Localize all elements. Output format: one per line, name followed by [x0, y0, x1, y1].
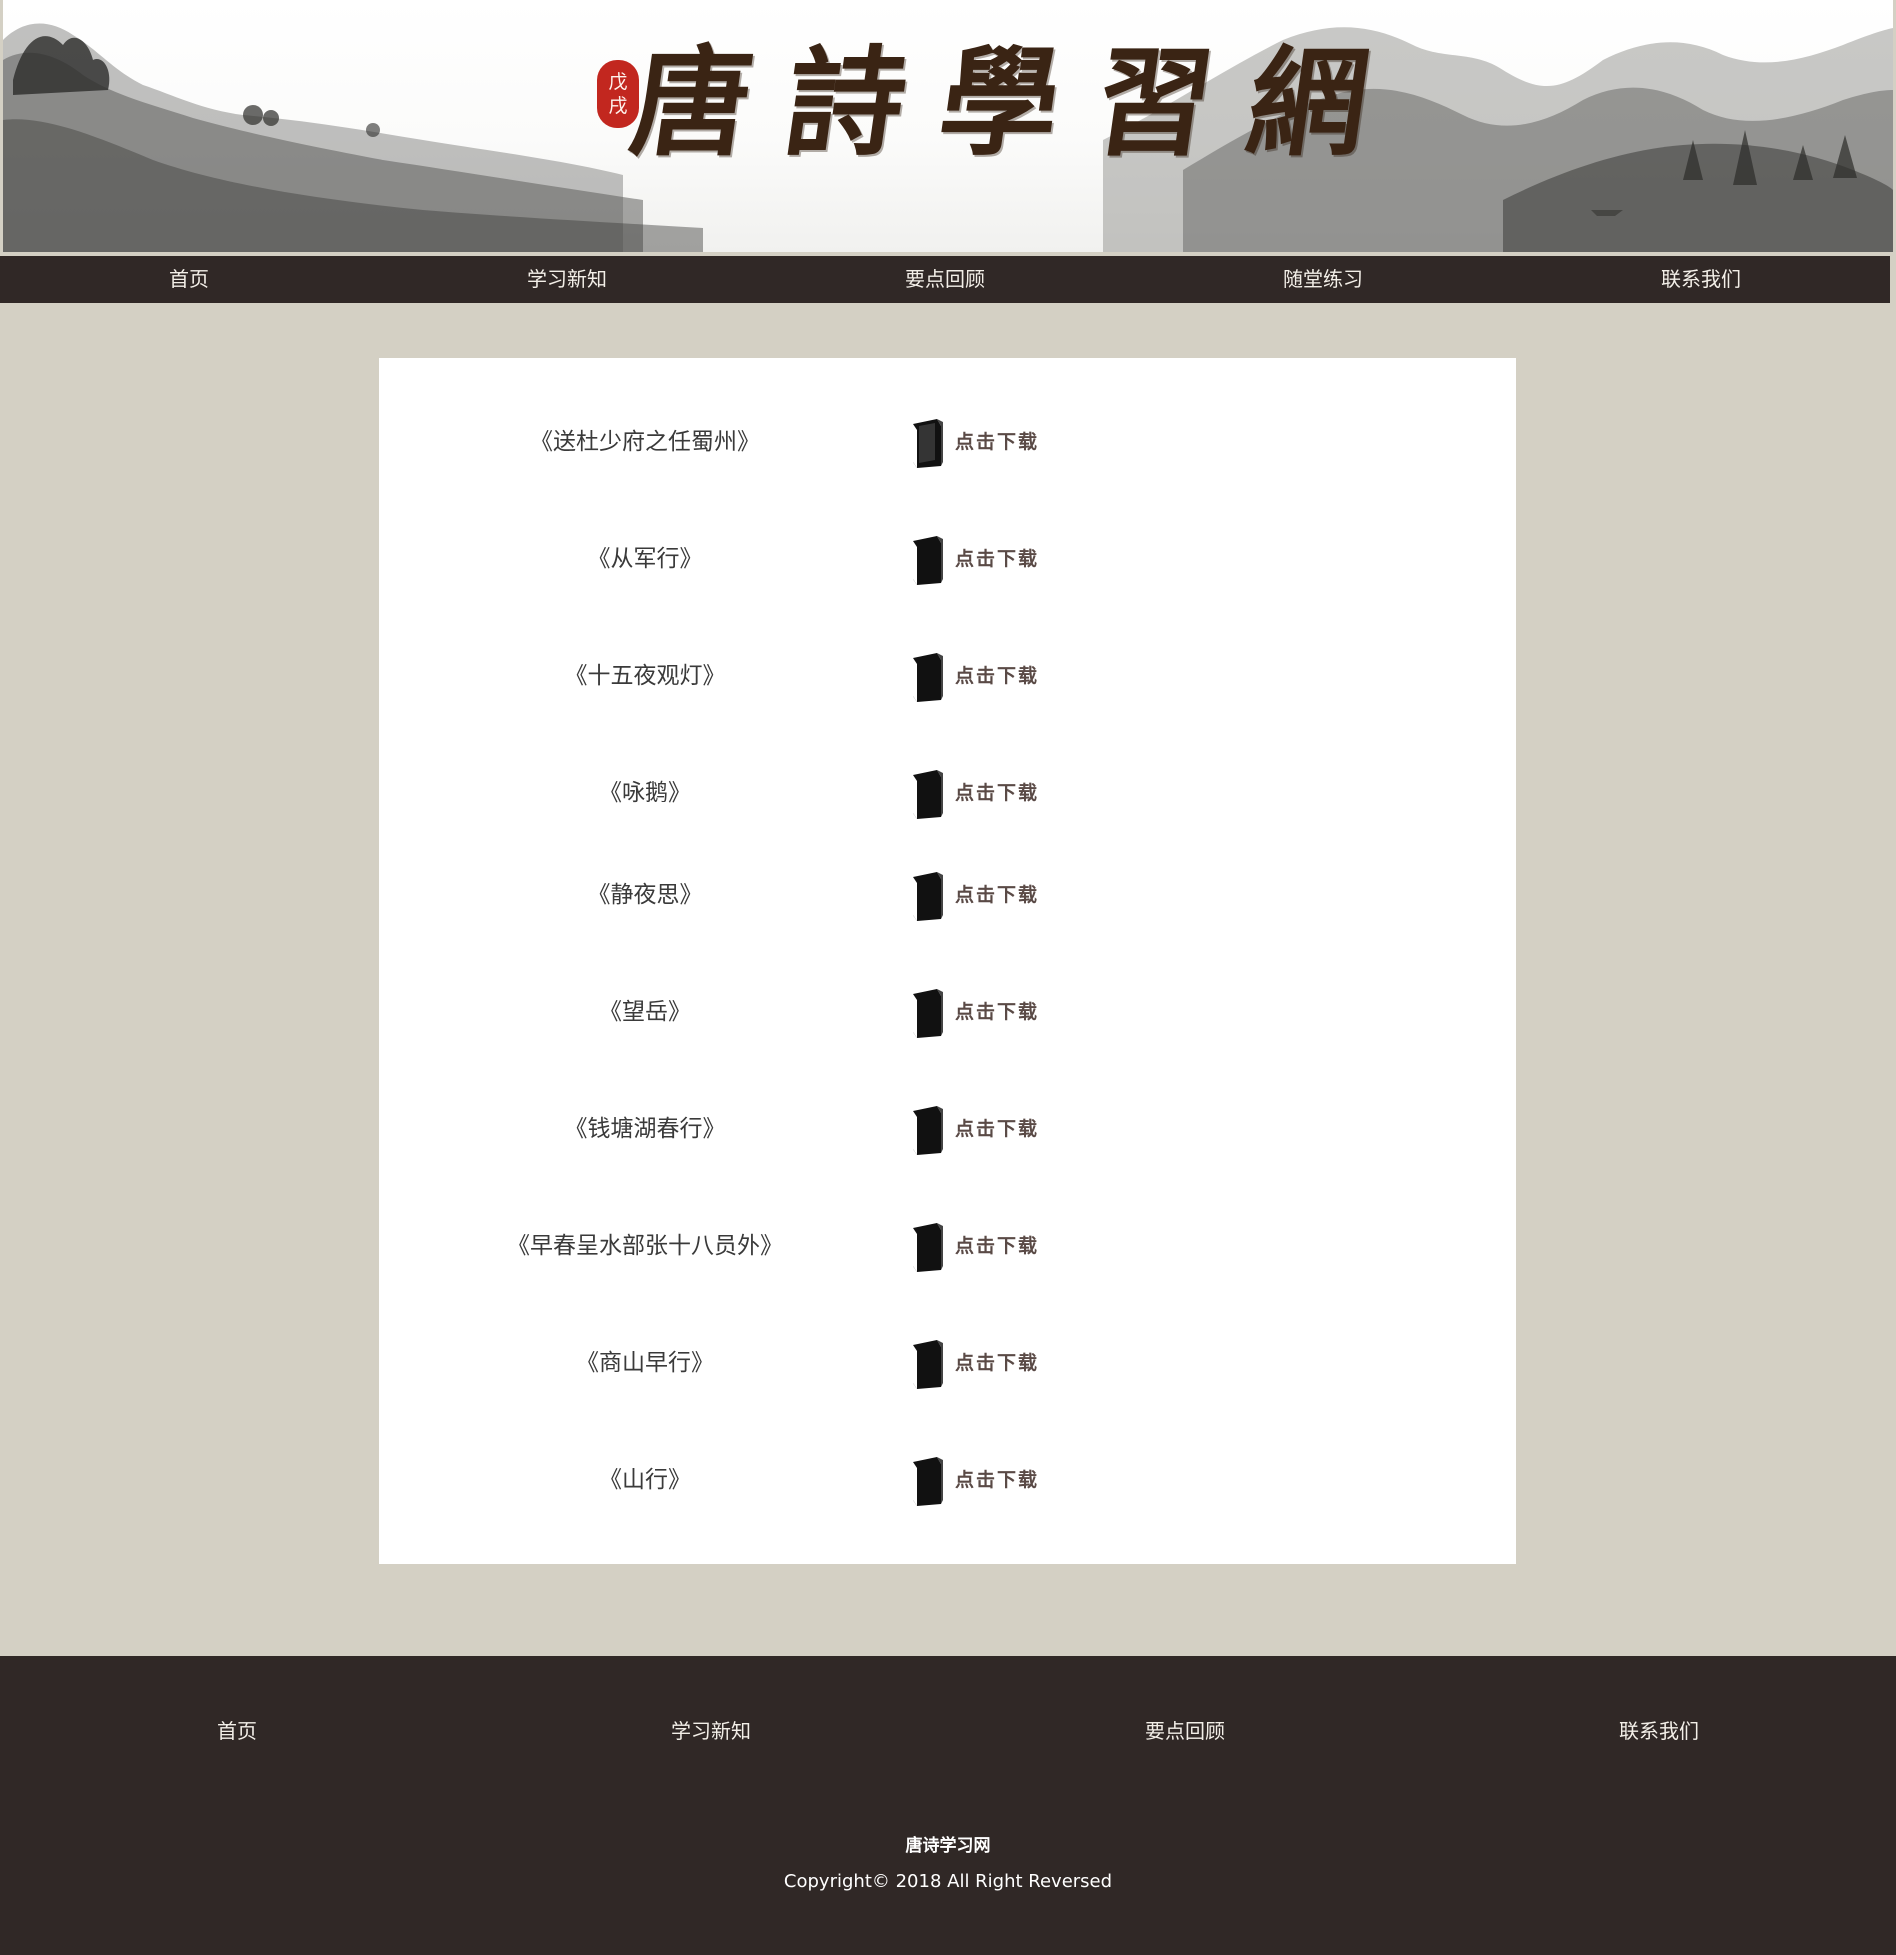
list-item: 《钱塘湖春行》 点击下载	[379, 1099, 1516, 1159]
download-label: 点击下载	[955, 547, 1040, 570]
download-button[interactable]: 点击下载	[911, 1456, 1039, 1506]
download-button[interactable]: 点击下载	[911, 1105, 1039, 1155]
footer-copyright: Copyright© 2018 All Right Reversed	[783, 1871, 1113, 1892]
download-label: 点击下载	[955, 781, 1040, 804]
book-icon	[913, 989, 943, 1038]
poem-title: 《望岳》	[599, 999, 691, 1025]
poem-title: 《咏鹅》	[599, 780, 691, 806]
nav-item-review[interactable]: 要点回顾	[756, 256, 1134, 303]
download-label: 点击下载	[955, 883, 1040, 906]
book-icon	[913, 872, 943, 921]
book-icon	[913, 653, 943, 702]
book-icon	[913, 770, 943, 819]
download-button[interactable]: 点击下载	[911, 871, 1039, 921]
poem-title: 《十五夜观灯》	[564, 663, 726, 689]
book-icon	[913, 1340, 943, 1389]
footer: 首页 学习新知 要点回顾 联系我们 唐诗学习网 Copyright© 2018 …	[0, 1656, 1896, 1955]
list-item: 《山行》 点击下载	[379, 1450, 1516, 1510]
seal-char-1: 戊	[608, 71, 628, 93]
book-icon	[913, 1457, 943, 1506]
download-label: 点击下载	[955, 1000, 1040, 1023]
download-button[interactable]: 点击下载	[911, 652, 1039, 702]
download-label: 点击下载	[955, 1234, 1040, 1257]
book-icon	[913, 1106, 943, 1155]
nav-item-home[interactable]: 首页	[0, 256, 378, 303]
poem-title: 《钱塘湖春行》	[564, 1116, 726, 1142]
poem-title: 《早春呈水部张十八员外》	[507, 1233, 783, 1259]
site-logo-title: 唐詩學習網	[623, 33, 1413, 172]
download-label: 点击下载	[955, 430, 1040, 453]
list-item: 《送杜少府之任蜀州》 点击下载	[379, 412, 1516, 472]
nav-item-contact[interactable]: 联系我们	[1512, 256, 1890, 303]
footer-navigation: 首页 学习新知 要点回顾 联系我们	[0, 1716, 1896, 1746]
poem-title: 《静夜思》	[587, 882, 703, 908]
list-item: 《十五夜观灯》 点击下载	[379, 646, 1516, 706]
download-button[interactable]: 点击下载	[911, 418, 1039, 468]
poem-title: 《山行》	[599, 1467, 691, 1493]
footer-site-name: 唐诗学习网	[905, 1836, 991, 1856]
list-item: 《静夜思》 点击下载	[379, 865, 1516, 925]
list-item: 《从军行》 点击下载	[379, 529, 1516, 589]
download-label: 点击下载	[955, 664, 1040, 687]
book-icon	[913, 419, 943, 468]
list-item: 《望岳》 点击下载	[379, 982, 1516, 1042]
download-label: 点击下载	[955, 1117, 1040, 1140]
poem-title: 《从军行》	[587, 546, 703, 572]
list-item: 《咏鹅》 点击下载	[379, 763, 1516, 823]
download-button[interactable]: 点击下载	[911, 1222, 1039, 1272]
book-icon	[913, 536, 943, 585]
download-button[interactable]: 点击下载	[911, 988, 1039, 1038]
download-button[interactable]: 点击下载	[911, 769, 1039, 819]
nav-item-learn-new[interactable]: 学习新知	[378, 256, 756, 303]
list-item: 《商山早行》 点击下载	[379, 1333, 1516, 1393]
book-icon	[913, 1223, 943, 1272]
download-label: 点击下载	[955, 1351, 1040, 1374]
header-banner: 戊 戌 唐詩學習網	[3, 0, 1893, 252]
download-label: 点击下载	[955, 1468, 1040, 1491]
download-button[interactable]: 点击下载	[911, 1339, 1039, 1389]
top-navigation: 首页 学习新知 要点回顾 随堂练习 联系我们	[0, 256, 1890, 303]
footer-nav-review[interactable]: 要点回顾	[1085, 1716, 1285, 1746]
footer-nav-contact[interactable]: 联系我们	[1559, 1716, 1759, 1746]
footer-nav-home[interactable]: 首页	[137, 1716, 337, 1746]
list-item: 《早春呈水部张十八员外》 点击下载	[379, 1216, 1516, 1276]
download-button[interactable]: 点击下载	[911, 535, 1039, 585]
footer-nav-learn-new[interactable]: 学习新知	[611, 1716, 811, 1746]
nav-item-practice[interactable]: 随堂练习	[1134, 256, 1512, 303]
poem-title: 《送杜少府之任蜀州》	[530, 429, 760, 455]
download-list-card: 《送杜少府之任蜀州》 点击下载 《从军行》 点击下载 《十五夜观灯》 点击下载 …	[379, 358, 1516, 1564]
poem-title: 《商山早行》	[576, 1350, 714, 1376]
